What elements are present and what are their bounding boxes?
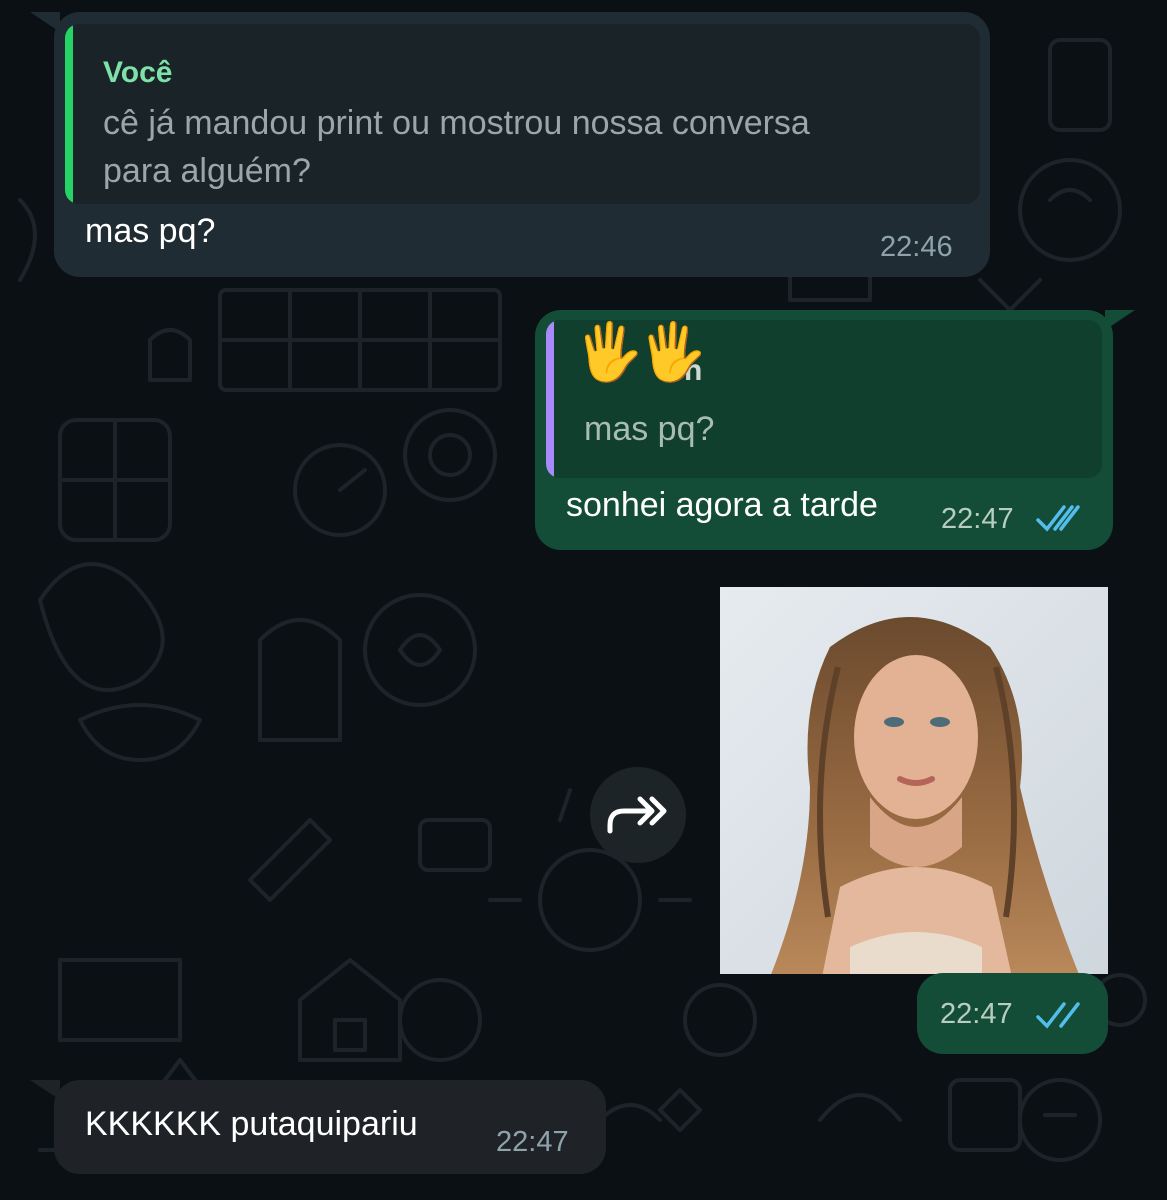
- outgoing-message-1[interactable]: n 🖐🖐 mas pq? sonhei agora a tarde 22:47: [535, 310, 1135, 550]
- quote-text-line-2: para alguém?: [103, 152, 311, 190]
- forward-icon: [607, 796, 667, 834]
- quoted-message[interactable]: n 🖐🖐 mas pq?: [546, 320, 1102, 478]
- bubble-tail: [1105, 310, 1135, 330]
- quote-text-line-1: cê já mandou print ou mostrou nossa conv…: [103, 104, 810, 142]
- quote-accent-bar: [546, 320, 554, 478]
- quote-text: mas pq?: [584, 410, 715, 448]
- message-text: mas pq?: [85, 212, 216, 250]
- double-check-icon: [1036, 1002, 1080, 1029]
- outgoing-image-message[interactable]: [720, 587, 1108, 974]
- message-text: KKKKKK putaquipariu: [85, 1105, 418, 1143]
- message-time: 22:47: [941, 503, 1014, 535]
- message-time: 22:47: [496, 1126, 569, 1158]
- bubble-tail: [30, 12, 60, 32]
- message-time: 22:47: [940, 998, 1013, 1030]
- forward-button[interactable]: [590, 767, 686, 863]
- incoming-message-1[interactable]: Você cê já mandou print ou mostrou nossa…: [30, 12, 990, 277]
- message-text: sonhei agora a tarde: [566, 486, 878, 524]
- double-check-icon: [1036, 505, 1080, 532]
- bubble-tail: [30, 1080, 60, 1100]
- message-time: 22:46: [880, 231, 953, 263]
- incoming-message-2[interactable]: KKKKKK putaquipariu 22:47: [30, 1080, 606, 1174]
- quote-author: Você: [103, 56, 173, 89]
- quote-accent-bar: [65, 24, 73, 204]
- waving-hands-emoji: 🖐🖐: [574, 320, 707, 383]
- quoted-message[interactable]: Você cê já mandou print ou mostrou nossa…: [65, 24, 980, 204]
- image-time-bubble: 22:47: [917, 973, 1108, 1054]
- photo-image: [720, 587, 1108, 974]
